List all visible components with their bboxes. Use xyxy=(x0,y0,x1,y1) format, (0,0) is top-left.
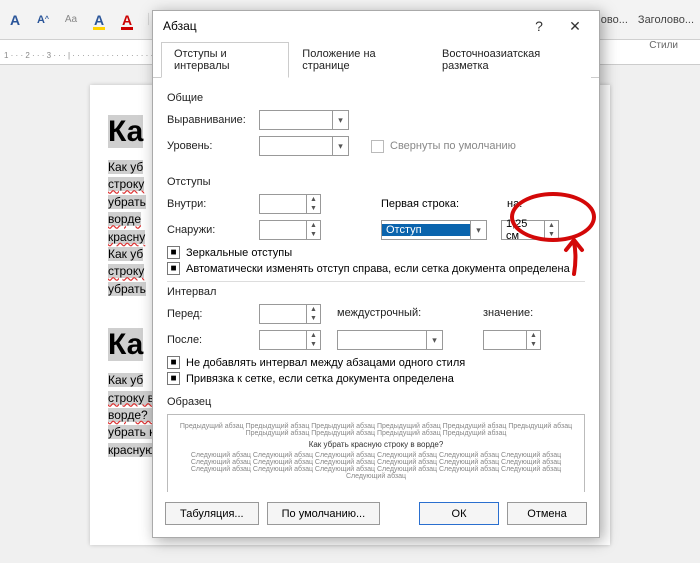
paragraph-dialog: Абзац ? ✕ Отступы и интервалы Положение … xyxy=(152,10,600,538)
outside-label: Снаружи: xyxy=(167,224,259,236)
collapse-label: Свернуты по умолчанию xyxy=(390,140,516,152)
at-spin[interactable]: ▲▼ xyxy=(483,330,541,350)
chevron-down-icon[interactable]: ▼ xyxy=(307,204,320,213)
tab-asian[interactable]: Восточноазиатская разметка xyxy=(429,42,591,78)
by-spin[interactable]: 1,25 см ▲▼ xyxy=(501,220,559,240)
line-spacing-combo[interactable]: ▾ xyxy=(337,330,443,350)
inside-label: Внутри: xyxy=(167,198,259,210)
mirror-label: Зеркальные отступы xyxy=(186,247,292,259)
chevron-up-icon[interactable]: ▲ xyxy=(545,221,558,230)
chevron-up-icon[interactable]: ▲ xyxy=(527,331,540,340)
chevron-down-icon: ▾ xyxy=(470,221,486,239)
nosame-label: Не добавлять интервал между абзацами одн… xyxy=(186,357,465,369)
tab-position[interactable]: Положение на странице xyxy=(289,42,429,78)
inside-spin[interactable]: ▲▼ xyxy=(259,194,321,214)
outside-spin[interactable]: ▲▼ xyxy=(259,220,321,240)
dialog-footer: Табуляция... По умолчанию... ОК Отмена xyxy=(153,492,599,537)
chevron-down-icon: ▾ xyxy=(332,111,348,129)
style-item[interactable]: Заголово... xyxy=(638,14,694,26)
before-label: Перед: xyxy=(167,308,259,320)
chevron-down-icon[interactable]: ▼ xyxy=(527,340,540,349)
chevron-down-icon[interactable]: ▼ xyxy=(545,230,558,239)
section-general: Общие xyxy=(167,92,585,104)
align-combo[interactable]: ▾ xyxy=(259,110,349,130)
nosame-checkbox[interactable]: ■ xyxy=(167,356,180,369)
tab-indents[interactable]: Отступы и интервалы xyxy=(161,42,289,78)
clear-format-icon[interactable]: Aa xyxy=(62,11,80,29)
chevron-up-icon[interactable]: ▲ xyxy=(307,195,320,204)
chevron-up-icon[interactable]: ▲ xyxy=(307,305,320,314)
dialog-tabs: Отступы и интервалы Положение на страниц… xyxy=(153,41,599,78)
before-spin[interactable]: ▲▼ xyxy=(259,304,321,324)
font-color2-icon[interactable]: A xyxy=(118,11,136,29)
section-spacing: Интервал xyxy=(167,286,585,298)
chevron-down-icon: ▾ xyxy=(426,331,442,349)
collapse-checkbox xyxy=(371,140,384,153)
after-label: После: xyxy=(167,334,259,346)
preview-prev: Предыдущий абзац Предыдущий абзац Предыд… xyxy=(178,423,574,437)
after-spin[interactable]: ▲▼ xyxy=(259,330,321,350)
cancel-button[interactable]: Отмена xyxy=(507,502,587,525)
default-button[interactable]: По умолчанию... xyxy=(267,502,381,525)
chevron-down-icon[interactable]: ▼ xyxy=(307,314,320,323)
font-size-icon[interactable]: A^ xyxy=(34,11,52,29)
auto-indent-label: Автоматически изменять отступ справа, ес… xyxy=(186,263,570,275)
mirror-checkbox[interactable]: ■ xyxy=(167,246,180,259)
doc-heading-part: Ка xyxy=(108,115,143,148)
snap-label: Привязка к сетке, если сетка документа о… xyxy=(186,373,454,385)
preview-title: Как убрать красную строку в ворде? xyxy=(178,440,574,449)
line-spacing-label: междустрочный: xyxy=(337,307,467,319)
chevron-down-icon[interactable]: ▼ xyxy=(307,340,320,349)
section-indents: Отступы xyxy=(167,176,585,188)
ok-button[interactable]: ОК xyxy=(419,502,499,525)
at-label: значение: xyxy=(483,307,533,319)
chevron-down-icon[interactable]: ▼ xyxy=(307,230,320,239)
preview-box: Предыдущий абзац Предыдущий абзац Предыд… xyxy=(167,414,585,492)
preview-next: Следующий абзац Следующий абзац Следующи… xyxy=(178,452,574,480)
dialog-titlebar[interactable]: Абзац ? ✕ xyxy=(153,11,599,41)
chevron-down-icon: ▾ xyxy=(332,137,348,155)
first-line-label: Первая строка: xyxy=(381,198,459,210)
auto-indent-checkbox[interactable]: ■ xyxy=(167,262,180,275)
close-button[interactable]: ✕ xyxy=(557,12,593,40)
font-color-icon[interactable]: A xyxy=(6,11,24,29)
dialog-body: Общие Выравнивание: ▾ Уровень: ▾ Свернут… xyxy=(153,78,599,492)
chevron-up-icon[interactable]: ▲ xyxy=(307,221,320,230)
snap-checkbox[interactable]: ■ xyxy=(167,372,180,385)
highlight-icon[interactable]: A xyxy=(90,11,108,29)
doc-heading-part: Ка xyxy=(108,328,143,361)
section-preview: Образец xyxy=(167,396,585,408)
tabs-button[interactable]: Табуляция... xyxy=(165,502,259,525)
outline-combo[interactable]: ▾ xyxy=(259,136,349,156)
help-button[interactable]: ? xyxy=(521,12,557,40)
first-line-combo[interactable]: Отступ▾ xyxy=(381,220,487,240)
by-label: на: xyxy=(507,198,522,210)
outline-label: Уровень: xyxy=(167,140,259,152)
align-label: Выравнивание: xyxy=(167,114,259,126)
styles-group-label: Стили xyxy=(649,40,678,51)
dialog-title: Абзац xyxy=(163,19,521,33)
chevron-up-icon[interactable]: ▲ xyxy=(307,331,320,340)
